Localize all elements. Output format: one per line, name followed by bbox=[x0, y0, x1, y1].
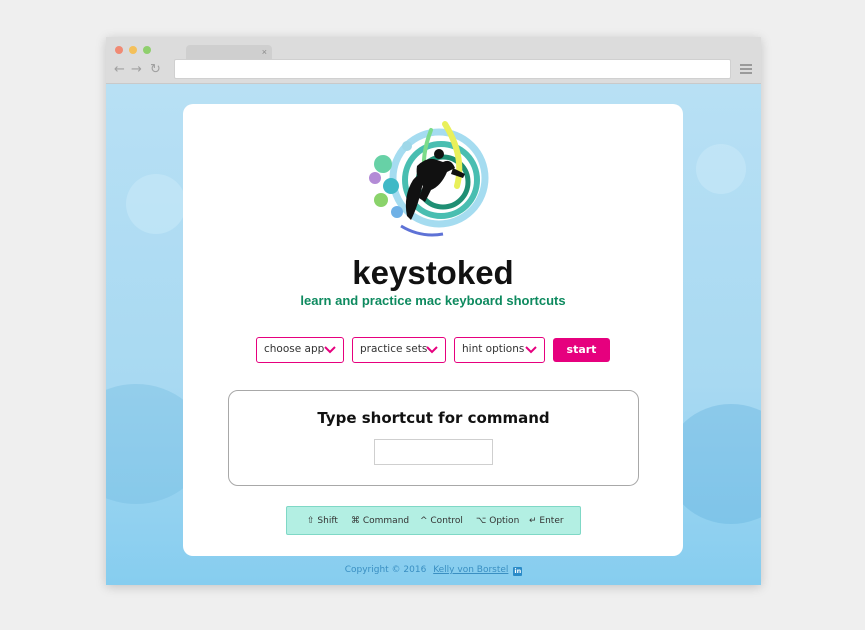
choose-app-select[interactable]: choose app bbox=[256, 337, 344, 363]
chevron-down-icon bbox=[525, 346, 537, 354]
practice-sets-label: practice sets bbox=[360, 343, 428, 355]
main-card: keystoked learn and practice mac keyboar… bbox=[183, 104, 683, 556]
surfer-splash-logo bbox=[369, 121, 489, 237]
legend-control: ^ Control bbox=[420, 516, 463, 526]
choose-app-label: choose app bbox=[264, 343, 325, 355]
practice-sets-select[interactable]: practice sets bbox=[352, 337, 446, 363]
page-viewport: keystoked learn and practice mac keyboar… bbox=[106, 84, 761, 585]
prompt-panel: Type shortcut for command bbox=[228, 390, 639, 486]
shortcut-input[interactable] bbox=[374, 439, 493, 465]
browser-toolbar: × ← → ↻ bbox=[106, 37, 761, 84]
back-arrow-icon[interactable]: ← bbox=[114, 62, 125, 78]
browser-tab[interactable]: × bbox=[186, 45, 272, 59]
browser-window: × ← → ↻ keystoked learn and practice mac… bbox=[106, 37, 761, 585]
chevron-down-icon bbox=[324, 346, 336, 354]
hint-options-label: hint options bbox=[462, 343, 525, 355]
legend-option: ⌥ Option bbox=[476, 516, 520, 526]
minimize-window-dot[interactable] bbox=[129, 46, 137, 54]
chevron-down-icon bbox=[426, 346, 438, 354]
prompt-text: Type shortcut for command bbox=[317, 409, 550, 427]
forward-arrow-icon[interactable]: → bbox=[131, 62, 142, 78]
author-link[interactable]: Kelly von Borstel bbox=[433, 565, 508, 575]
modifier-key-legend: ⇧ Shift ⌘ Command ^ Control ⌥ Option ↵ E… bbox=[286, 506, 581, 535]
url-bar[interactable] bbox=[174, 59, 731, 79]
hint-options-select[interactable]: hint options bbox=[454, 337, 545, 363]
page-footer: Copyright © 2016 Kelly von Borstel in bbox=[106, 565, 761, 576]
start-button[interactable]: start bbox=[553, 338, 610, 362]
app-title: keystoked bbox=[352, 254, 514, 291]
background-splash bbox=[696, 144, 746, 194]
reload-icon[interactable]: ↻ bbox=[150, 62, 161, 78]
legend-shift: ⇧ Shift bbox=[307, 516, 338, 526]
tab-close-icon[interactable]: × bbox=[262, 45, 267, 59]
hamburger-menu-icon[interactable] bbox=[740, 64, 752, 75]
close-window-dot[interactable] bbox=[115, 46, 123, 54]
copyright-text: Copyright © 2016 bbox=[344, 565, 427, 575]
background-splash bbox=[126, 174, 186, 234]
app-tagline: learn and practice mac keyboard shortcut… bbox=[300, 293, 566, 308]
linkedin-icon[interactable]: in bbox=[513, 567, 523, 576]
legend-enter: ↵ Enter bbox=[529, 516, 564, 526]
zoom-window-dot[interactable] bbox=[143, 46, 151, 54]
legend-command: ⌘ Command bbox=[351, 516, 410, 526]
